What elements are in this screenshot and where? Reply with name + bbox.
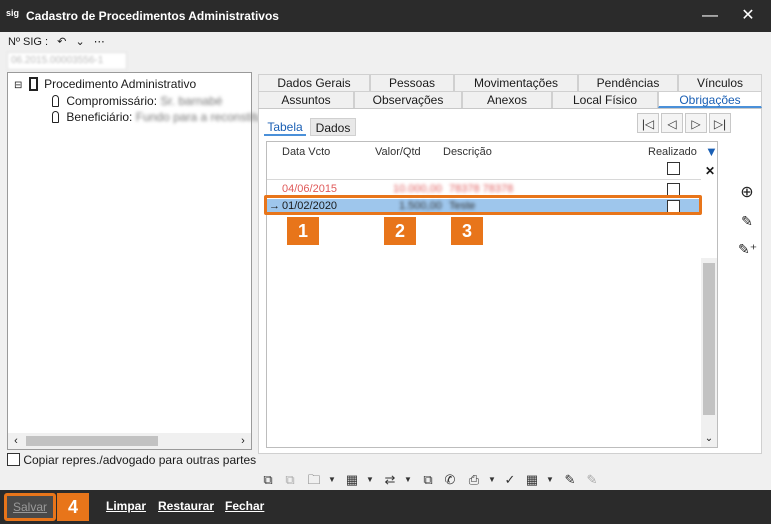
- save-button[interactable]: Salvar: [4, 493, 56, 521]
- scroll-down-icon[interactable]: ⌄: [701, 431, 717, 447]
- window-title: Cadastro de Procedimentos Administrativo…: [26, 9, 279, 23]
- hierarchy-menu-caret-icon[interactable]: ▼: [360, 470, 380, 490]
- filter-realizado-checkbox[interactable]: [667, 162, 680, 175]
- previous-record-icon[interactable]: ◁: [661, 113, 683, 133]
- restore-button[interactable]: Restaurar: [158, 499, 214, 513]
- tab-movimentacoes[interactable]: Movimentações: [454, 74, 578, 91]
- tree-panel: ⊟ Procedimento Administrativo Compromiss…: [7, 72, 285, 450]
- tab-obrigacoes[interactable]: Obrigações: [658, 91, 762, 108]
- app-icon: sig: [6, 8, 20, 18]
- tab-assuntos[interactable]: Assuntos: [258, 91, 354, 108]
- filter-icon[interactable]: ▼: [705, 144, 718, 159]
- cell-valor-qtd: 10.000,00: [393, 183, 442, 195]
- document-disabled-icon: ✎: [586, 472, 598, 487]
- folder-menu-caret-icon[interactable]: ▼: [322, 470, 342, 490]
- tab-pessoas[interactable]: Pessoas: [370, 74, 454, 91]
- print-menu-caret-icon[interactable]: ▼: [482, 470, 502, 490]
- first-record-icon[interactable]: |◁: [637, 113, 659, 133]
- close-form-button[interactable]: Fechar: [225, 499, 264, 513]
- tab-observacoes[interactable]: Observações: [354, 91, 462, 108]
- person-icon: [52, 111, 59, 123]
- sig-label: Nº SIG :: [8, 36, 49, 48]
- print-icon[interactable]: ⎙: [464, 470, 484, 490]
- scroll-thumb[interactable]: [26, 436, 158, 446]
- callout-badge-2: 2: [384, 217, 416, 245]
- minimize-button[interactable]: —: [693, 4, 727, 28]
- column-header-descricao[interactable]: Descrição: [443, 146, 492, 158]
- transfer-menu-caret-icon[interactable]: ▼: [398, 470, 418, 490]
- column-header-data-vcto[interactable]: Data Vcto: [282, 146, 330, 158]
- check-circle-icon[interactable]: ✓: [500, 470, 520, 490]
- compromissario-value: Sr. barnabé: [160, 94, 223, 108]
- calendar-icon[interactable]: ▦: [522, 470, 542, 490]
- copy-repres-row[interactable]: Copiar repres./advogado para outras part…: [7, 453, 256, 467]
- filter-row[interactable]: [267, 160, 701, 180]
- add-edit-record-icon[interactable]: ✎⁺: [738, 240, 757, 258]
- obrigacoes-grid: Data Vcto Valor/Qtd Descrição Realizado …: [266, 141, 718, 448]
- edit-record-icon[interactable]: ✎: [738, 212, 756, 230]
- phone-icon[interactable]: ✆: [440, 470, 460, 490]
- column-header-valor-qtd[interactable]: Valor/Qtd: [375, 146, 421, 158]
- subtab-tabela[interactable]: Tabela: [264, 118, 306, 136]
- collapse-icon[interactable]: ⊟: [14, 80, 22, 91]
- copy-repres-label: Copiar repres./advogado para outras part…: [23, 453, 257, 467]
- tree-root-label: Procedimento Administrativo: [44, 77, 197, 91]
- grid-vertical-scrollbar[interactable]: ⌄: [701, 258, 717, 447]
- callout-badge-3: 3: [451, 217, 483, 245]
- tab-dados-gerais[interactable]: Dados Gerais: [258, 74, 370, 91]
- last-record-icon[interactable]: ▷|: [709, 113, 731, 133]
- next-record-icon[interactable]: ▷: [685, 113, 707, 133]
- copy-repres-checkbox[interactable]: [7, 453, 20, 466]
- column-header-realizado[interactable]: Realizado: [648, 146, 697, 158]
- tab-pendencias[interactable]: Pendências: [578, 74, 678, 91]
- subtab-dados[interactable]: Dados: [310, 118, 356, 136]
- document-edit-icon[interactable]: ✎: [560, 470, 580, 490]
- close-button[interactable]: ✕: [731, 4, 765, 28]
- transfer-icon[interactable]: ⇄: [380, 470, 400, 490]
- cell-descricao: 78378 78378: [449, 183, 514, 195]
- cell-data-vcto: 04/06/2015: [282, 183, 338, 195]
- callout-badge-1: 1: [287, 217, 319, 245]
- tab-vinculos[interactable]: Vínculos: [678, 74, 762, 91]
- callout-badge-4: 4: [57, 493, 89, 521]
- tree-item-beneficiario[interactable]: Beneficiário: Fundo para a reconstituiçã…: [52, 110, 285, 124]
- sig-value-field[interactable]: 06.2015.00003556-1: [7, 52, 127, 70]
- scroll-thumb[interactable]: [703, 263, 715, 415]
- clear-filter-icon[interactable]: ✕: [705, 164, 715, 178]
- tree-root[interactable]: ⊟ Procedimento Administrativo: [14, 77, 196, 91]
- tab-anexos[interactable]: Anexos: [462, 91, 552, 108]
- hierarchy-icon[interactable]: ▦: [342, 470, 362, 490]
- add-record-icon[interactable]: ⊕: [738, 184, 756, 202]
- person-icon: [52, 95, 59, 107]
- tree-item-compromissario[interactable]: Compromissário: Sr. barnabé: [52, 94, 222, 108]
- calendar-menu-caret-icon[interactable]: ▼: [540, 470, 560, 490]
- document-icon: [28, 77, 38, 91]
- sig-row: Nº SIG : ↶ ⌄ ⋯: [8, 35, 111, 49]
- undo-icon[interactable]: ↶: [57, 36, 66, 48]
- selected-row-highlight: [264, 195, 702, 215]
- folder-icon[interactable]: 🗀: [304, 470, 324, 490]
- chevron-down-icon[interactable]: ⌄: [75, 36, 84, 48]
- copy-add-icon[interactable]: ⧉: [258, 470, 278, 490]
- scroll-left-icon[interactable]: ‹: [8, 433, 24, 449]
- tree-horizontal-scrollbar[interactable]: ‹ ›: [8, 433, 251, 449]
- copy-disabled-icon: ⧉: [285, 472, 295, 487]
- bottom-action-bar: Salvar 4 Limpar Restaurar Fechar: [0, 490, 771, 524]
- beneficiario-label: Beneficiário:: [66, 110, 133, 124]
- tab-local-fisico[interactable]: Local Físico: [552, 91, 658, 108]
- title-bar: sig Cadastro de Procedimentos Administra…: [0, 0, 771, 32]
- clear-button[interactable]: Limpar: [106, 499, 146, 513]
- documents-icon[interactable]: ⧉: [418, 470, 438, 490]
- compromissario-label: Compromissário:: [66, 94, 158, 108]
- scroll-right-icon[interactable]: ›: [235, 433, 251, 449]
- more-icon[interactable]: ⋯: [94, 36, 105, 48]
